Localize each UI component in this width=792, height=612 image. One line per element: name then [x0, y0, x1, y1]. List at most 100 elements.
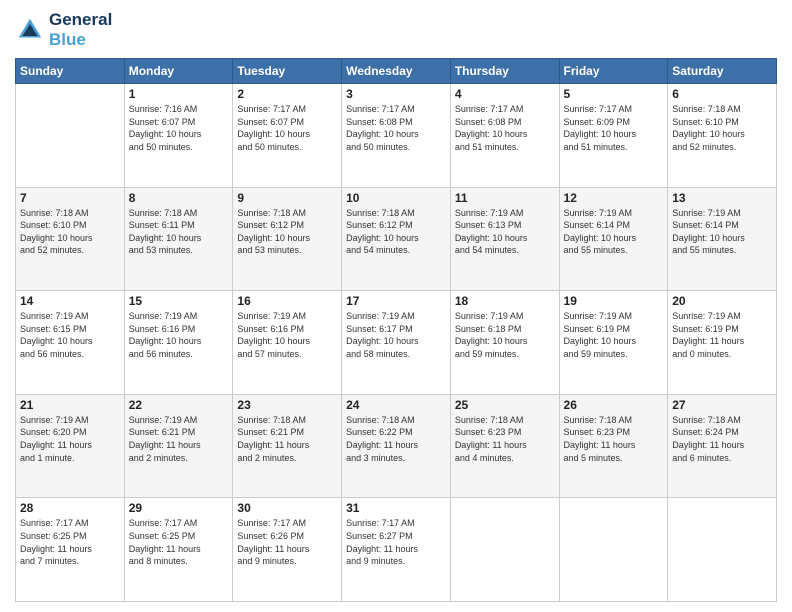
day-info: Sunrise: 7:16 AM Sunset: 6:07 PM Dayligh… — [129, 103, 229, 153]
calendar-cell: 23 Sunrise: 7:18 AM Sunset: 6:21 PM Dayli… — [233, 394, 342, 498]
calendar-cell: 13Sunrise: 7:19 AM Sunset: 6:14 PM Dayli… — [668, 187, 777, 291]
day-info: Sunrise: 7:19 AM Sunset: 6:20 PM Dayligh… — [20, 414, 120, 464]
calendar-cell: 20Sunrise: 7:19 AM Sunset: 6:19 PM Dayli… — [668, 291, 777, 395]
calendar-cell: 17 Sunrise: 7:19 AM Sunset: 6:17 PM Dayli… — [342, 291, 451, 395]
calendar-cell: 29 Sunrise: 7:17 AM Sunset: 6:25 PM Dayli… — [124, 498, 233, 602]
day-info: Sunrise: 7:19 AM Sunset: 6:14 PM Dayligh… — [564, 207, 664, 257]
day-info: Sunrise: 7:19 AM Sunset: 6:19 PM Dayligh… — [672, 310, 772, 360]
day-number: 23 — [237, 398, 337, 412]
calendar-cell: 6Sunrise: 7:18 AM Sunset: 6:10 PM Daylig… — [668, 84, 777, 188]
week-row-3: 14 Sunrise: 7:19 AM Sunset: 6:15 PM Dayli… — [16, 291, 777, 395]
logo: General Blue — [15, 10, 112, 50]
calendar-cell: 10Sunrise: 7:18 AM Sunset: 6:12 PM Dayli… — [342, 187, 451, 291]
calendar-cell: 4 Sunrise: 7:17 AM Sunset: 6:08 PM Daylig… — [450, 84, 559, 188]
day-info: Sunrise: 7:17 AM Sunset: 6:26 PM Dayligh… — [237, 517, 337, 567]
calendar-cell — [559, 498, 668, 602]
day-number: 7 — [20, 191, 120, 205]
week-row-5: 28Sunrise: 7:17 AM Sunset: 6:25 PM Dayli… — [16, 498, 777, 602]
day-number: 11 — [455, 191, 555, 205]
day-number: 24 — [346, 398, 446, 412]
day-number: 22 — [129, 398, 229, 412]
week-row-2: 7 Sunrise: 7:18 AM Sunset: 6:10 PM Daylig… — [16, 187, 777, 291]
day-number: 10 — [346, 191, 446, 205]
day-info: Sunrise: 7:18 AM Sunset: 6:10 PM Dayligh… — [20, 207, 120, 257]
day-number: 12 — [564, 191, 664, 205]
day-number: 19 — [564, 294, 664, 308]
header: General Blue — [15, 10, 777, 50]
day-info: Sunrise: 7:19 AM Sunset: 6:16 PM Dayligh… — [129, 310, 229, 360]
calendar-cell: 3 Sunrise: 7:17 AM Sunset: 6:08 PM Daylig… — [342, 84, 451, 188]
day-info: Sunrise: 7:19 AM Sunset: 6:15 PM Dayligh… — [20, 310, 120, 360]
page: General Blue SundayMondayTuesdayWednesda… — [0, 0, 792, 612]
day-info: Sunrise: 7:17 AM Sunset: 6:27 PM Dayligh… — [346, 517, 446, 567]
day-info: Sunrise: 7:18 AM Sunset: 6:12 PM Dayligh… — [237, 207, 337, 257]
day-info: Sunrise: 7:18 AM Sunset: 6:23 PM Dayligh… — [455, 414, 555, 464]
day-info: Sunrise: 7:17 AM Sunset: 6:25 PM Dayligh… — [129, 517, 229, 567]
calendar-cell: 2 Sunrise: 7:17 AM Sunset: 6:07 PM Daylig… — [233, 84, 342, 188]
day-number: 3 — [346, 87, 446, 101]
calendar-cell: 22 Sunrise: 7:19 AM Sunset: 6:21 PM Dayli… — [124, 394, 233, 498]
calendar-cell: 5Sunrise: 7:17 AM Sunset: 6:09 PM Daylig… — [559, 84, 668, 188]
calendar: SundayMondayTuesdayWednesdayThursdayFrid… — [15, 58, 777, 602]
day-number: 25 — [455, 398, 555, 412]
day-info: Sunrise: 7:17 AM Sunset: 6:08 PM Dayligh… — [455, 103, 555, 153]
weekday-header-row: SundayMondayTuesdayWednesdayThursdayFrid… — [16, 59, 777, 84]
week-row-4: 21 Sunrise: 7:19 AM Sunset: 6:20 PM Dayli… — [16, 394, 777, 498]
calendar-cell: 9Sunrise: 7:18 AM Sunset: 6:12 PM Daylig… — [233, 187, 342, 291]
day-number: 2 — [237, 87, 337, 101]
day-info: Sunrise: 7:19 AM Sunset: 6:18 PM Dayligh… — [455, 310, 555, 360]
calendar-cell: 31 Sunrise: 7:17 AM Sunset: 6:27 PM Dayli… — [342, 498, 451, 602]
weekday-header-sunday: Sunday — [16, 59, 125, 84]
day-number: 17 — [346, 294, 446, 308]
day-number: 4 — [455, 87, 555, 101]
calendar-cell: 21 Sunrise: 7:19 AM Sunset: 6:20 PM Dayli… — [16, 394, 125, 498]
day-info: Sunrise: 7:18 AM Sunset: 6:22 PM Dayligh… — [346, 414, 446, 464]
day-number: 1 — [129, 87, 229, 101]
calendar-cell — [450, 498, 559, 602]
weekday-header-friday: Friday — [559, 59, 668, 84]
calendar-cell: 18 Sunrise: 7:19 AM Sunset: 6:18 PM Dayli… — [450, 291, 559, 395]
day-number: 18 — [455, 294, 555, 308]
day-number: 14 — [20, 294, 120, 308]
day-number: 16 — [237, 294, 337, 308]
calendar-cell: 30 Sunrise: 7:17 AM Sunset: 6:26 PM Dayli… — [233, 498, 342, 602]
day-info: Sunrise: 7:17 AM Sunset: 6:08 PM Dayligh… — [346, 103, 446, 153]
day-info: Sunrise: 7:19 AM Sunset: 6:19 PM Dayligh… — [564, 310, 664, 360]
logo-text: General Blue — [49, 10, 112, 50]
weekday-header-thursday: Thursday — [450, 59, 559, 84]
day-info: Sunrise: 7:17 AM Sunset: 6:09 PM Dayligh… — [564, 103, 664, 153]
day-number: 31 — [346, 501, 446, 515]
calendar-cell: 8 Sunrise: 7:18 AM Sunset: 6:11 PM Daylig… — [124, 187, 233, 291]
day-number: 8 — [129, 191, 229, 205]
day-number: 30 — [237, 501, 337, 515]
calendar-cell: 12 Sunrise: 7:19 AM Sunset: 6:14 PM Dayli… — [559, 187, 668, 291]
logo-icon — [15, 15, 45, 45]
day-number: 6 — [672, 87, 772, 101]
day-info: Sunrise: 7:19 AM Sunset: 6:16 PM Dayligh… — [237, 310, 337, 360]
calendar-cell: 11Sunrise: 7:19 AM Sunset: 6:13 PM Dayli… — [450, 187, 559, 291]
weekday-header-tuesday: Tuesday — [233, 59, 342, 84]
calendar-cell: 1 Sunrise: 7:16 AM Sunset: 6:07 PM Daylig… — [124, 84, 233, 188]
day-info: Sunrise: 7:18 AM Sunset: 6:21 PM Dayligh… — [237, 414, 337, 464]
calendar-cell: 26Sunrise: 7:18 AM Sunset: 6:23 PM Dayli… — [559, 394, 668, 498]
day-info: Sunrise: 7:18 AM Sunset: 6:11 PM Dayligh… — [129, 207, 229, 257]
calendar-cell — [668, 498, 777, 602]
day-info: Sunrise: 7:19 AM Sunset: 6:17 PM Dayligh… — [346, 310, 446, 360]
week-row-1: 1 Sunrise: 7:16 AM Sunset: 6:07 PM Daylig… — [16, 84, 777, 188]
day-number: 21 — [20, 398, 120, 412]
day-number: 29 — [129, 501, 229, 515]
calendar-cell: 24 Sunrise: 7:18 AM Sunset: 6:22 PM Dayli… — [342, 394, 451, 498]
day-number: 27 — [672, 398, 772, 412]
day-info: Sunrise: 7:17 AM Sunset: 6:25 PM Dayligh… — [20, 517, 120, 567]
day-info: Sunrise: 7:18 AM Sunset: 6:24 PM Dayligh… — [672, 414, 772, 464]
weekday-header-monday: Monday — [124, 59, 233, 84]
weekday-header-wednesday: Wednesday — [342, 59, 451, 84]
day-info: Sunrise: 7:17 AM Sunset: 6:07 PM Dayligh… — [237, 103, 337, 153]
calendar-cell: 16 Sunrise: 7:19 AM Sunset: 6:16 PM Dayli… — [233, 291, 342, 395]
calendar-cell: 27 Sunrise: 7:18 AM Sunset: 6:24 PM Dayli… — [668, 394, 777, 498]
day-info: Sunrise: 7:19 AM Sunset: 6:21 PM Dayligh… — [129, 414, 229, 464]
day-number: 26 — [564, 398, 664, 412]
calendar-cell: 28Sunrise: 7:17 AM Sunset: 6:25 PM Dayli… — [16, 498, 125, 602]
calendar-cell: 14 Sunrise: 7:19 AM Sunset: 6:15 PM Dayli… — [16, 291, 125, 395]
calendar-cell: 19 Sunrise: 7:19 AM Sunset: 6:19 PM Dayli… — [559, 291, 668, 395]
